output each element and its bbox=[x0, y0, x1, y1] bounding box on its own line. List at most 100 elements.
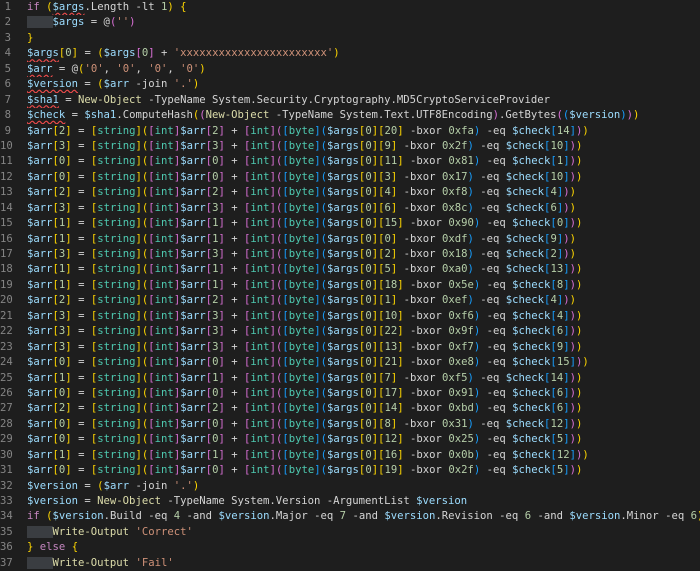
code-editor[interactable]: 1 if ($args.Length -lt 1) {2 $args = @(''… bbox=[0, 0, 700, 569]
code-token bbox=[27, 556, 53, 569]
code-token: -bxor bbox=[410, 464, 442, 477]
code-line[interactable]: 32 $version = ($arr -join '.') bbox=[0, 479, 700, 494]
code-token: $args bbox=[327, 417, 359, 430]
line-content: $arr = @('0', '0', '0', '0') bbox=[27, 62, 700, 77]
code-token: = bbox=[78, 479, 98, 492]
code-token: -and bbox=[537, 510, 563, 523]
code-line[interactable]: 12 $arr[0] = [string]([int]$arr[0] + [int… bbox=[0, 170, 700, 185]
code-token: -join bbox=[135, 479, 168, 492]
code-token: 0xe8 bbox=[448, 356, 474, 369]
code-line[interactable]: 7 $sha1 = New-Object -TypeName System.Sec… bbox=[0, 93, 700, 108]
code-token: $arr bbox=[27, 263, 53, 276]
code-token: int bbox=[154, 232, 174, 245]
line-content: } else { bbox=[27, 540, 700, 555]
code-token: $check bbox=[512, 356, 551, 369]
code-line[interactable]: 30 $arr[1] = [string]([int]$arr[1] + [int… bbox=[0, 448, 700, 463]
code-line[interactable]: 5 $arr = @('0', '0', '0', '0') bbox=[0, 62, 700, 77]
code-line[interactable]: 8 $check = $sha1.ComputeHash((New-Object … bbox=[0, 108, 700, 123]
code-token: Write-Output bbox=[52, 525, 130, 538]
code-token: + bbox=[224, 124, 245, 137]
code-token: = bbox=[71, 417, 91, 430]
code-line[interactable]: 35 Write-Output 'Correct' bbox=[0, 525, 700, 540]
code-token: 0x9f bbox=[448, 325, 474, 338]
code-token: ) bbox=[575, 170, 583, 183]
code-token: = bbox=[71, 402, 91, 415]
code-line[interactable]: 16 $arr[1] = [string]([int]$arr[1] + [int… bbox=[0, 232, 700, 247]
line-number: 2 bbox=[4, 16, 11, 29]
code-token: = bbox=[52, 62, 72, 75]
code-token: { bbox=[180, 1, 187, 13]
code-token: byte bbox=[288, 155, 315, 168]
code-token: ) bbox=[199, 62, 206, 75]
code-token: -and bbox=[352, 510, 378, 523]
line-content: $arr[1] = [string]([int]$arr[1] + [int](… bbox=[27, 278, 700, 293]
code-line[interactable]: 20 $arr[2] = [string]([int]$arr[2] + [int… bbox=[0, 293, 700, 308]
code-line[interactable]: 22 $arr[3] = [string]([int]$arr[3] + [int… bbox=[0, 324, 700, 339]
code-token: -eq bbox=[486, 402, 506, 415]
line-number: 28 bbox=[0, 417, 13, 430]
code-token: byte bbox=[288, 340, 315, 353]
code-token: $arr bbox=[27, 139, 53, 152]
code-line[interactable]: 36} else { bbox=[0, 540, 700, 555]
code-token: $arr bbox=[27, 433, 53, 446]
code-line[interactable]: 34 if ($version.Build -eq 4 -and $version… bbox=[0, 509, 700, 524]
code-line[interactable]: 27 $arr[2] = [string]([int]$arr[2] + [int… bbox=[0, 401, 700, 416]
code-token: $arr bbox=[27, 232, 53, 245]
code-token: int bbox=[250, 155, 270, 168]
code-line[interactable]: 15 $arr[1] = [string]([int]$arr[1] + [int… bbox=[0, 216, 700, 231]
code-token: int bbox=[250, 124, 270, 137]
code-line[interactable]: 28 $arr[0] = [string]([int]$arr[0] + [int… bbox=[0, 417, 700, 432]
code-line[interactable]: 24 $arr[0] = [string]([int]$arr[0] + [int… bbox=[0, 355, 700, 370]
code-token: $check bbox=[505, 170, 545, 183]
code-line[interactable]: 10 $arr[3] = [string]([int]$arr[3] + [int… bbox=[0, 139, 700, 154]
code-token: $arr bbox=[180, 294, 206, 307]
code-token: $check bbox=[512, 124, 551, 137]
code-token: $check bbox=[505, 248, 545, 260]
code-line[interactable]: 18 $arr[1] = [string]([int]$arr[1] + [int… bbox=[0, 262, 700, 277]
line-content: $arr[1] = [string]([int]$arr[1] + [int](… bbox=[27, 371, 700, 386]
code-token: -bxor bbox=[410, 402, 442, 415]
code-token: $args bbox=[327, 248, 359, 260]
code-line[interactable]: 3} bbox=[0, 31, 700, 46]
code-line[interactable]: 2 $args = @('') bbox=[0, 15, 700, 30]
code-token: ) bbox=[582, 124, 589, 137]
code-line[interactable]: 37 Write-Output 'Fail' bbox=[0, 556, 700, 571]
code-line[interactable]: 19 $arr[1] = [string]([int]$arr[1] + [int… bbox=[0, 278, 700, 293]
code-token: ) bbox=[575, 155, 583, 168]
code-token: string bbox=[97, 340, 136, 353]
code-token: .Build bbox=[103, 510, 149, 523]
code-token: $args bbox=[27, 47, 59, 60]
code-token: string bbox=[97, 124, 136, 137]
code-line[interactable]: 23 $arr[3] = [string]([int]$arr[3] + [int… bbox=[0, 340, 700, 355]
code-line[interactable]: 31 $arr[0] = [string]([int]$arr[0] + [int… bbox=[0, 463, 700, 478]
code-line[interactable]: 11 $arr[0] = [string]([int]$arr[0] + [int… bbox=[0, 154, 700, 169]
code-line[interactable]: 4 $args[0] = ($args[0] + 'xxxxxxxxxxxxxxx… bbox=[0, 46, 700, 61]
code-token: $arr bbox=[180, 448, 206, 461]
code-line[interactable]: 33 $version = New-Object -TypeName System… bbox=[0, 494, 700, 509]
code-token: string bbox=[97, 232, 136, 245]
line-number: 4 bbox=[4, 47, 11, 60]
code-line[interactable]: 6 $version = ($arr -join '.') bbox=[0, 77, 700, 92]
code-token: 0x0b bbox=[448, 448, 474, 461]
code-token: -eq bbox=[499, 510, 519, 523]
line-content: $sha1 = New-Object -TypeName System.Secu… bbox=[27, 93, 700, 108]
code-line[interactable]: 13 $arr[2] = [string]([int]$arr[2] + [int… bbox=[0, 185, 700, 200]
code-line[interactable]: 1 if ($args.Length -lt 1) { bbox=[0, 0, 700, 15]
line-number: 14 bbox=[0, 201, 13, 214]
code-token: byte bbox=[288, 248, 315, 260]
code-line[interactable]: 25 $arr[1] = [string]([int]$arr[1] + [int… bbox=[0, 371, 700, 386]
code-token: $check bbox=[512, 386, 551, 399]
line-number: 11 bbox=[0, 155, 13, 168]
code-token: { bbox=[71, 541, 79, 554]
code-line[interactable]: 17 $arr[3] = [string]([int]$arr[3] + [int… bbox=[0, 247, 700, 262]
code-token: 14 bbox=[550, 371, 564, 384]
line-content: $arr[0] = [string]([int]$arr[0] + [int](… bbox=[27, 417, 700, 432]
code-line[interactable]: 29 $arr[0] = [string]([int]$arr[0] + [int… bbox=[0, 432, 700, 447]
code-line[interactable]: 26 $arr[0] = [string]([int]$arr[0] + [int… bbox=[0, 386, 700, 401]
code-line[interactable]: 9 $arr[2] = [string]([int]$arr[2] + [int]… bbox=[0, 124, 700, 139]
line-number: 34 bbox=[0, 510, 13, 523]
code-line[interactable]: 14 $arr[3] = [string]([int]$arr[3] + [int… bbox=[0, 201, 700, 216]
code-token: + bbox=[224, 371, 245, 384]
code-line[interactable]: 21 $arr[3] = [string]([int]$arr[3] + [int… bbox=[0, 309, 700, 324]
line-content: $arr[0] = [string]([int]$arr[0] + [int](… bbox=[27, 355, 700, 370]
